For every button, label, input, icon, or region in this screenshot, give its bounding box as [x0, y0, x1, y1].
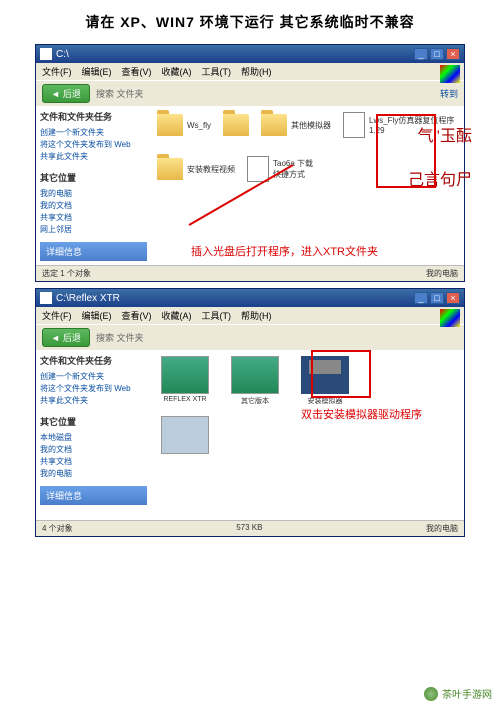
sidebar-head: 文件和文件夹任务 — [40, 110, 147, 123]
computer-icon — [161, 416, 209, 454]
content-pane: Ws_fly 其他模拟器 Lws_Fly仿真器复位程序 1.29 安装教程视频 … — [151, 106, 464, 265]
folder-item[interactable]: 安装教程视频 — [157, 156, 235, 182]
sidebar-link[interactable]: 将这个文件夹发布到 Web — [40, 383, 147, 395]
folder-item[interactable]: 其他模拟器 — [261, 112, 331, 138]
menu-item[interactable]: 文件(F) — [42, 65, 72, 78]
highlight-box — [376, 114, 436, 188]
sidebar-link[interactable]: 我的电脑 — [40, 468, 147, 480]
folder-label: 其他模拟器 — [291, 120, 331, 131]
close-button[interactable]: × — [446, 292, 460, 304]
folder-icon — [223, 114, 249, 136]
menu-item[interactable]: 工具(T) — [202, 65, 232, 78]
page-title: 请在 XP、WIN7 环境下运行 其它系统临时不兼容 — [0, 0, 500, 40]
sidebar: 文件和文件夹任务 创建一个新文件夹 将这个文件夹发布到 Web 共享此文件夹 其… — [36, 350, 151, 520]
xp-logo-icon — [440, 65, 460, 83]
folder-label: 安装教程视频 — [187, 164, 235, 175]
toolbar-extra[interactable]: 搜索 文件夹 — [96, 87, 144, 100]
sidebar-link[interactable]: 共享文档 — [40, 456, 147, 468]
annotation-text: 双击安装模拟器驱动程序 — [301, 406, 422, 422]
toolbar-extra[interactable]: 搜索 文件夹 — [96, 331, 144, 344]
details-panel: 详细信息 — [40, 486, 147, 505]
content-pane: REFLEX XTR 其它版本 安装模拟器 双击安装模拟器驱动程序 — [151, 350, 464, 520]
back-button[interactable]: ◄ 后退 — [42, 84, 90, 103]
status-mid: 573 KB — [236, 523, 262, 534]
toolbar: ◄ 后退 搜索 文件夹 — [36, 324, 464, 350]
minimize-button[interactable]: _ — [414, 292, 428, 304]
sidebar-link[interactable]: 共享此文件夹 — [40, 395, 147, 407]
drive-icon — [40, 48, 52, 60]
thumb-item[interactable]: REFLEX XTR — [157, 356, 213, 403]
sidebar-link[interactable]: 网上邻居 — [40, 224, 147, 236]
statusbar: 4 个对象 573 KB 我的电脑 — [36, 520, 464, 536]
menubar: 文件(F) 编辑(E) 查看(V) 收藏(A) 工具(T) 帮助(H) — [36, 63, 464, 80]
sidebar-head: 文件和文件夹任务 — [40, 354, 147, 367]
statusbar: 选定 1 个对象 我的电脑 — [36, 265, 464, 281]
status-left: 选定 1 个对象 — [42, 268, 91, 279]
maximize-button[interactable]: □ — [430, 48, 444, 60]
status-right: 我的电脑 — [426, 523, 458, 534]
sidebar-link[interactable]: 我的文档 — [40, 200, 147, 212]
file-item[interactable]: Tao6a 下载 快捷方式 — [247, 156, 313, 182]
menubar: 文件(F) 编辑(E) 查看(V) 收藏(A) 工具(T) 帮助(H) — [36, 307, 464, 324]
sidebar-link[interactable]: 本地磁盘 — [40, 432, 147, 444]
folder-item[interactable] — [223, 112, 249, 138]
folder-icon — [40, 292, 52, 304]
watermark: 茶叶手游网 — [424, 686, 492, 701]
toolbar: ◄ 后退 搜索 文件夹 转到 — [36, 80, 464, 106]
xp-logo-icon — [440, 309, 460, 327]
details-panel: 详细信息 — [40, 242, 147, 261]
thumb-item[interactable] — [157, 416, 213, 454]
go-button[interactable]: 转到 — [440, 87, 458, 100]
thumb-label: 其它版本 — [241, 396, 269, 406]
thumb-label: REFLEX XTR — [163, 396, 206, 403]
file-icon — [343, 112, 365, 138]
window-title: C:\ — [56, 49, 69, 60]
sidebar-link[interactable]: 共享此文件夹 — [40, 151, 147, 163]
annotation-text: 插入光盘后打开程序，进入XTR文件夹 — [191, 243, 378, 259]
watermark-text: 茶叶手游网 — [442, 686, 492, 701]
menu-item[interactable]: 帮助(H) — [241, 65, 272, 78]
thumb-item[interactable]: 其它版本 — [227, 356, 283, 406]
menu-item[interactable]: 帮助(H) — [241, 309, 272, 322]
menu-item[interactable]: 编辑(E) — [82, 309, 112, 322]
sidebar-other-head: 其它位置 — [40, 415, 147, 428]
sidebar-link[interactable]: 创建一个新文件夹 — [40, 371, 147, 383]
menu-item[interactable]: 查看(V) — [122, 309, 152, 322]
menu-item[interactable]: 文件(F) — [42, 309, 72, 322]
back-button[interactable]: ◄ 后退 — [42, 328, 90, 347]
sidebar: 文件和文件夹任务 创建一个新文件夹 将这个文件夹发布到 Web 共享此文件夹 其… — [36, 106, 151, 265]
sidebar-link[interactable]: 我的电脑 — [40, 188, 147, 200]
sidebar-other-head: 其它位置 — [40, 171, 147, 184]
highlight-box — [311, 350, 371, 398]
minimize-button[interactable]: _ — [414, 48, 428, 60]
explorer-window-2: C:\Reflex XTR _ □ × 文件(F) 编辑(E) 查看(V) 收藏… — [35, 288, 465, 537]
status-left: 4 个对象 — [42, 523, 73, 534]
maximize-button[interactable]: □ — [430, 292, 444, 304]
sidebar-link[interactable]: 创建一个新文件夹 — [40, 127, 147, 139]
sidebar-link[interactable]: 共享文档 — [40, 212, 147, 224]
thumb-icon — [231, 356, 279, 394]
menu-item[interactable]: 编辑(E) — [82, 65, 112, 78]
titlebar: C:\ _ □ × — [36, 45, 464, 63]
menu-item[interactable]: 查看(V) — [122, 65, 152, 78]
status-right: 我的电脑 — [426, 268, 458, 279]
watermark-icon — [424, 687, 438, 701]
window-title: C:\Reflex XTR — [56, 293, 120, 304]
titlebar: C:\Reflex XTR _ □ × — [36, 289, 464, 307]
menu-item[interactable]: 工具(T) — [202, 309, 232, 322]
sidebar-link[interactable]: 我的文档 — [40, 444, 147, 456]
sidebar-link[interactable]: 将这个文件夹发布到 Web — [40, 139, 147, 151]
folder-label: Ws_fly — [187, 121, 211, 130]
explorer-window-1: C:\ _ □ × 文件(F) 编辑(E) 查看(V) 收藏(A) 工具(T) … — [35, 44, 465, 282]
folder-icon — [261, 114, 287, 136]
folder-icon — [157, 114, 183, 136]
close-button[interactable]: × — [446, 48, 460, 60]
thumb-icon — [161, 356, 209, 394]
file-label: Tao6a 下载 快捷方式 — [273, 158, 313, 180]
folder-icon — [157, 158, 183, 180]
menu-item[interactable]: 收藏(A) — [162, 65, 192, 78]
folder-item[interactable]: Ws_fly — [157, 112, 211, 138]
menu-item[interactable]: 收藏(A) — [162, 309, 192, 322]
